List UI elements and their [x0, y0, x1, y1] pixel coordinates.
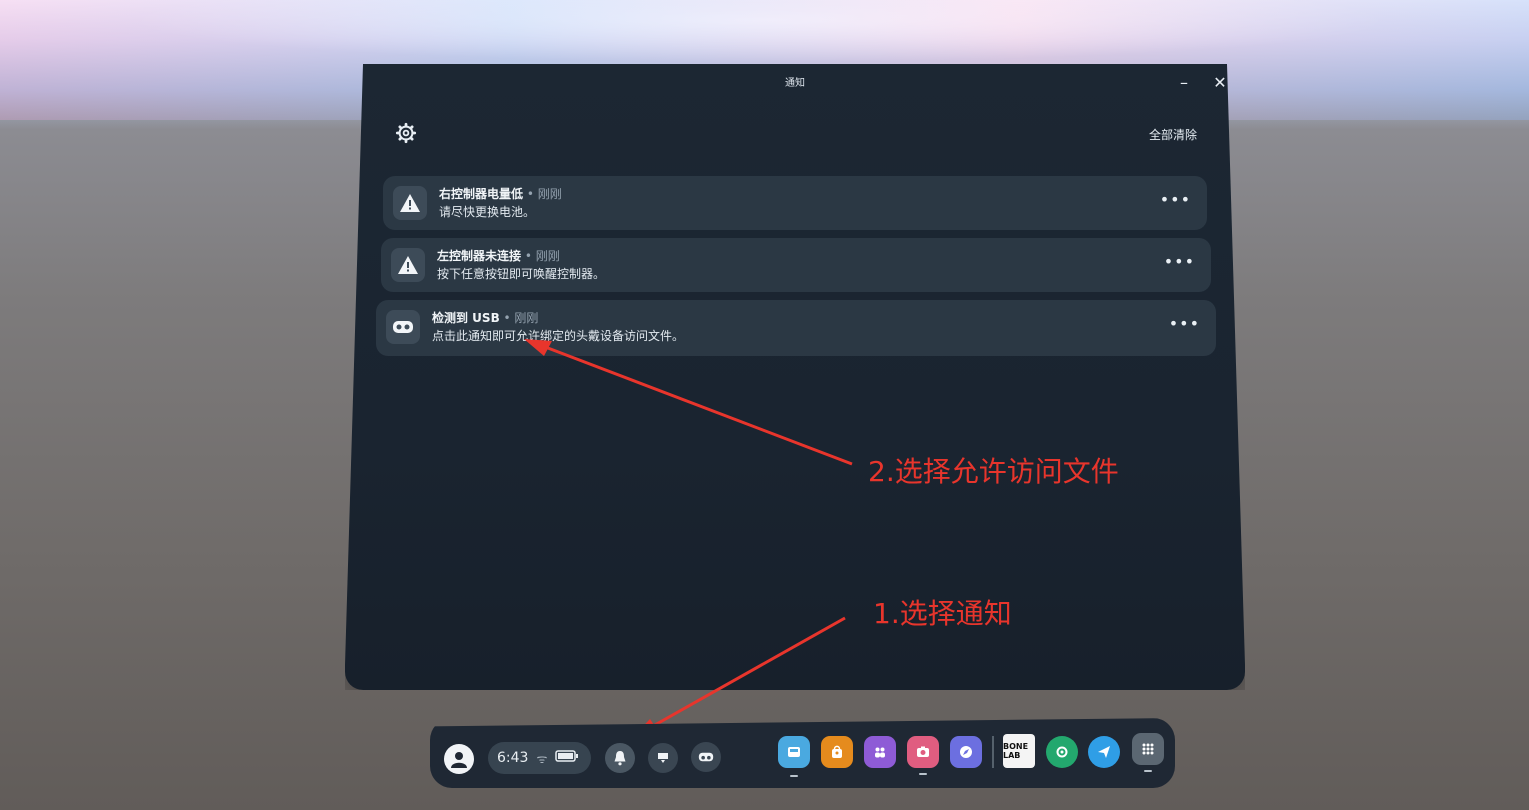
annotation-step1: 1.选择通知: [873, 597, 1012, 630]
bonelab-app-icon[interactable]: BONE LAB: [1003, 734, 1035, 768]
app-library-grid-icon[interactable]: [1132, 733, 1164, 765]
messenger-send-icon[interactable]: [1088, 736, 1120, 768]
running-indicator: [1144, 770, 1152, 772]
clock: 6:43: [497, 750, 529, 766]
running-indicator: [919, 773, 927, 775]
annotation-step2: 2.选择允许访问文件: [868, 455, 1119, 488]
divider: [992, 736, 994, 768]
arrow-to-notification-button: [645, 616, 846, 732]
running-indicator: [790, 775, 798, 777]
explore-app-icon[interactable]: [950, 736, 982, 768]
arrow-to-usb-notification: [539, 343, 853, 466]
people-app-icon[interactable]: [864, 736, 896, 768]
camera-app-icon[interactable]: [907, 736, 939, 768]
settings-app-icon[interactable]: [1046, 736, 1078, 768]
gallery-app-icon[interactable]: [778, 736, 810, 768]
battery-icon: [555, 750, 579, 766]
annotation-arrows: [524, 339, 853, 738]
wifi-icon: ᯤ: [536, 751, 548, 766]
cast-icon[interactable]: [648, 743, 678, 773]
avatar[interactable]: [444, 744, 474, 774]
headset-icon[interactable]: [691, 742, 721, 772]
notifications-bell-icon[interactable]: [605, 743, 635, 773]
arrowhead-usb: [524, 339, 552, 356]
status-pill[interactable]: 6:43 ᯤ: [488, 742, 591, 774]
store-app-icon[interactable]: [821, 736, 853, 768]
taskbar: 6:43 ᯤ BONE LAB: [430, 718, 1175, 788]
